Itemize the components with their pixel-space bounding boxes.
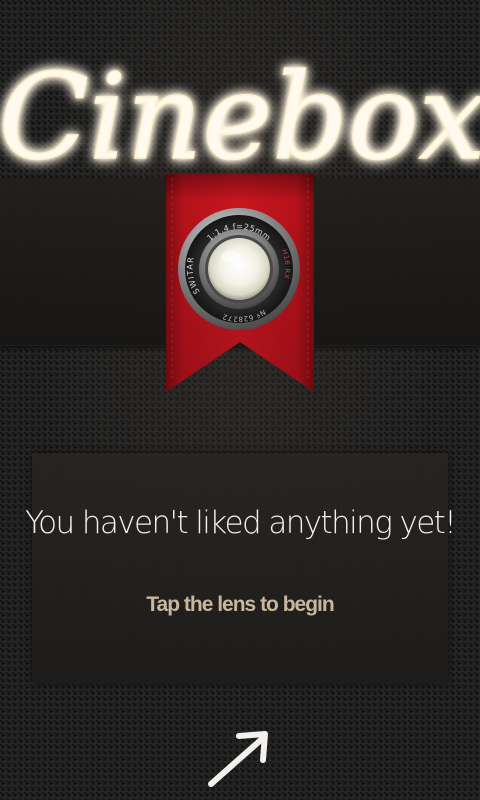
logo-text: Cinebox bbox=[0, 48, 480, 186]
app-screen: Cinebox 1:1.4 f=25mm SWITAR H16 RX Nº 62… bbox=[0, 0, 480, 800]
lens-glass bbox=[208, 238, 270, 300]
lens-button[interactable]: 1:1.4 f=25mm SWITAR H16 RX Nº 628272 bbox=[177, 207, 301, 331]
empty-state-message: You haven't liked anything yet! bbox=[24, 505, 457, 541]
arrow-up-right-icon bbox=[205, 728, 275, 790]
app-logo: Cinebox bbox=[0, 18, 480, 188]
empty-state-hint: Tap the lens to begin bbox=[146, 593, 334, 616]
empty-state-panel bbox=[32, 453, 448, 683]
